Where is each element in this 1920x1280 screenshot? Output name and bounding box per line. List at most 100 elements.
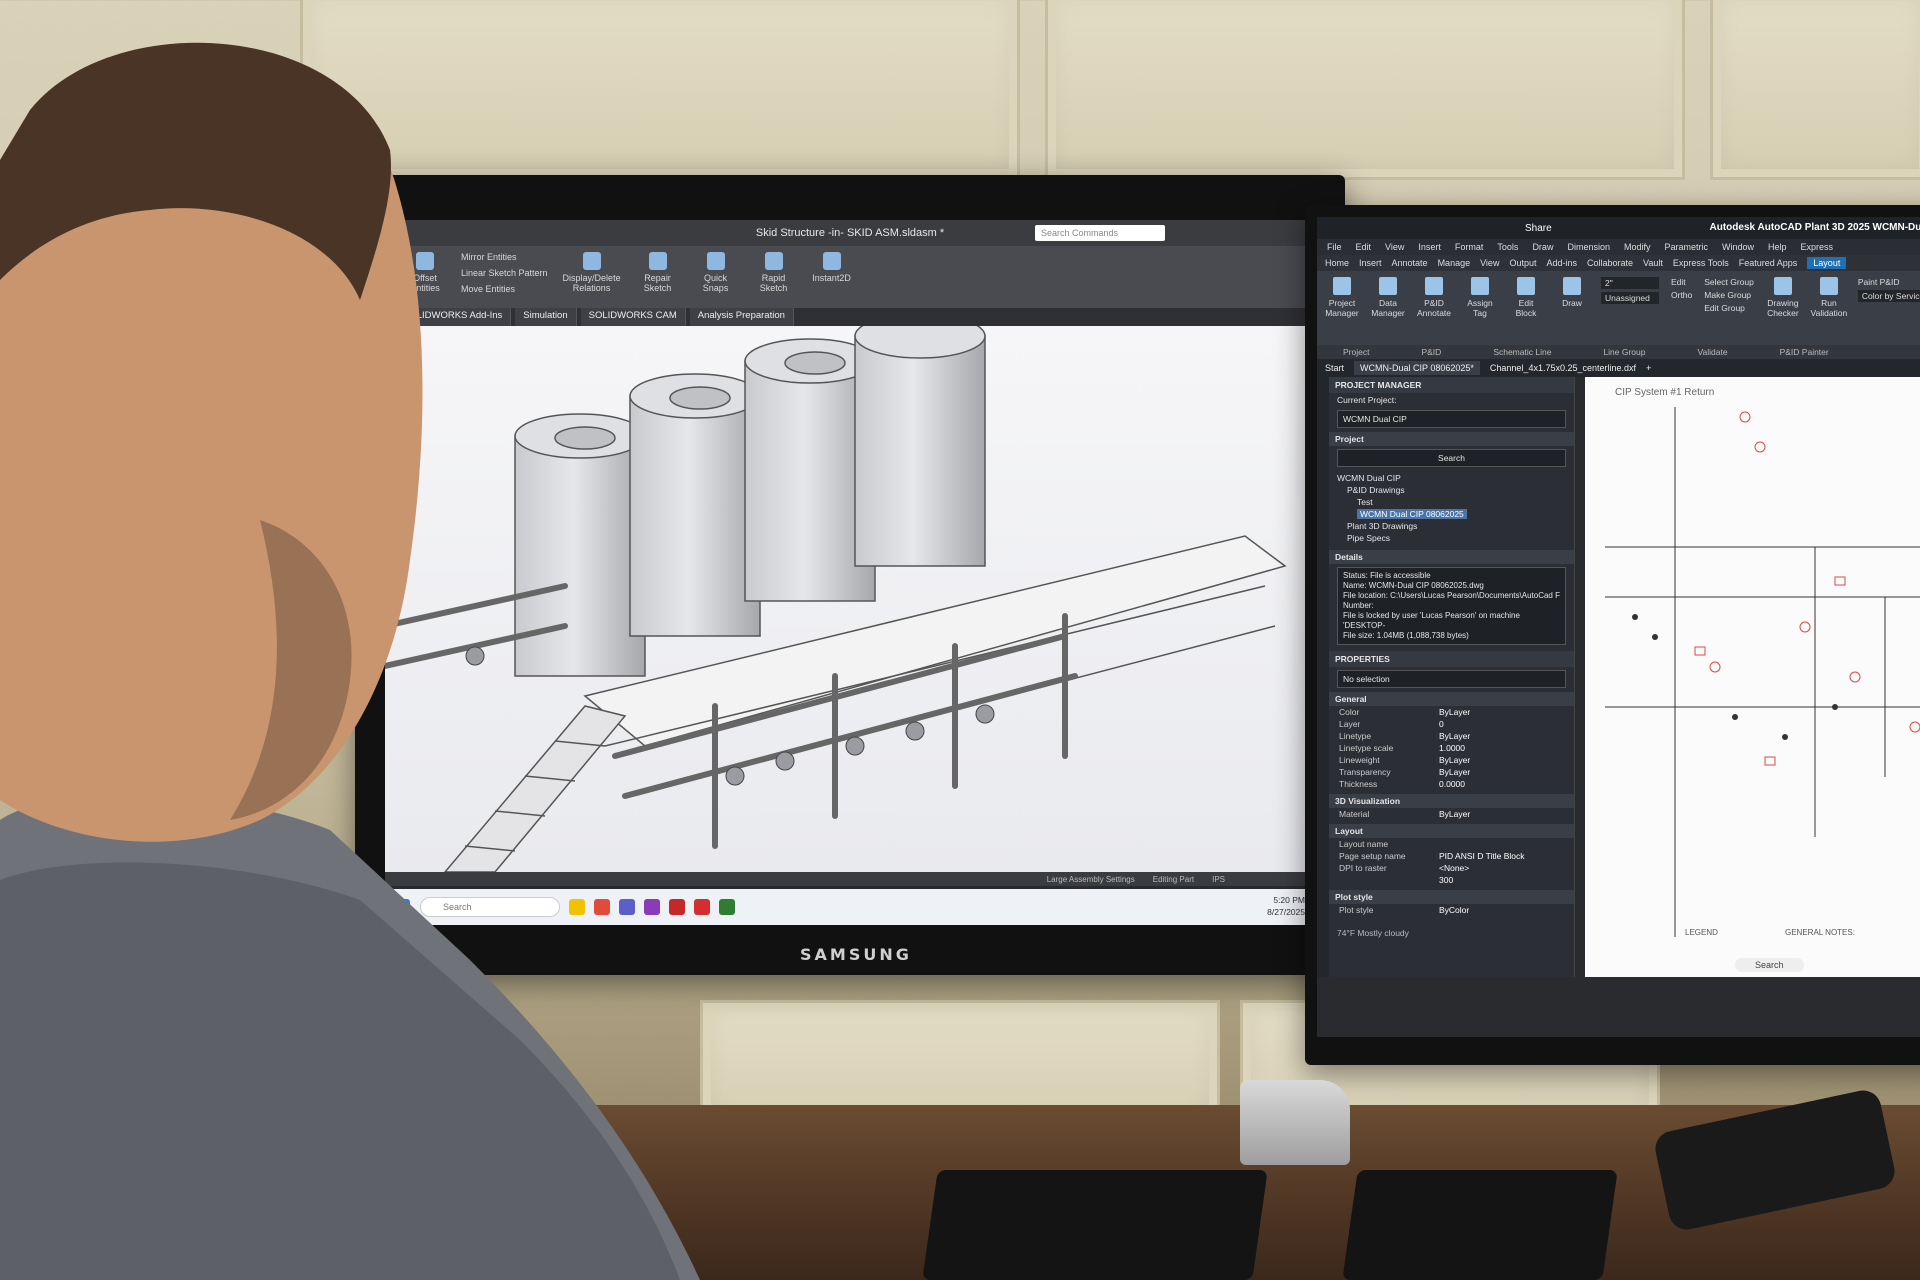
prop-transparency[interactable]: Transparency ByLayer	[1329, 766, 1574, 778]
doc-tab-start[interactable]: Start	[1325, 363, 1344, 373]
pid-schematic	[1605, 407, 1920, 937]
make-group-button[interactable]: Make Group	[1704, 290, 1754, 300]
right-monitor: Share Autodesk AutoCAD Plant 3D 2025 WCM…	[1305, 205, 1920, 1065]
tab-insert[interactable]: Insert	[1359, 258, 1382, 268]
prop-material[interactable]: Material ByLayer	[1329, 808, 1574, 820]
tab-collaborate[interactable]: Collaborate	[1587, 258, 1633, 268]
tab-featured-apps[interactable]: Featured Apps	[1739, 258, 1798, 268]
edit-block-button[interactable]: Edit Block	[1509, 277, 1543, 339]
menu-file[interactable]: File	[1327, 242, 1342, 252]
keyboard-right[interactable]	[1342, 1170, 1618, 1280]
paint-pid-button[interactable]: Paint P&ID	[1858, 277, 1920, 287]
data-manager-button[interactable]: Data Manager	[1371, 277, 1405, 339]
tree-item-current-drawing[interactable]: WCMN Dual CIP 08062025	[1337, 508, 1566, 520]
tree-item-project[interactable]: WCMN Dual CIP	[1337, 472, 1566, 484]
tab-express-tools[interactable]: Express Tools	[1673, 258, 1729, 268]
cabinet-door	[1045, 0, 1685, 180]
legend-label: LEGEND	[1685, 928, 1718, 937]
draw-line-button[interactable]: Draw	[1555, 277, 1589, 339]
tab-view[interactable]: View	[1480, 258, 1499, 268]
data-icon	[1379, 277, 1397, 295]
tab-manage[interactable]: Manage	[1438, 258, 1471, 268]
menu-format[interactable]: Format	[1455, 242, 1484, 252]
weather-widget[interactable]: 74°F Mostly cloudy	[1329, 926, 1574, 940]
menu-help[interactable]: Help	[1768, 242, 1787, 252]
autocad-title-bar: Share Autodesk AutoCAD Plant 3D 2025 WCM…	[1317, 217, 1920, 239]
menu-tools[interactable]: Tools	[1497, 242, 1518, 252]
pid-painter-tools: Paint P&ID Color by Service	[1857, 277, 1920, 339]
general-section[interactable]: General	[1329, 692, 1574, 706]
schematic-line-options: 2" Unassigned	[1601, 277, 1659, 339]
spec-dropdown[interactable]: Unassigned	[1601, 292, 1659, 304]
select-group-button[interactable]: Select Group	[1704, 277, 1754, 287]
prop-color[interactable]: Color ByLayer	[1329, 706, 1574, 718]
project-manager-header: PROJECT MANAGER	[1329, 377, 1574, 393]
doc-tab-wcmn[interactable]: WCMN-Dual CIP 08062025*	[1354, 361, 1480, 375]
panel-validate: Validate	[1697, 347, 1728, 357]
project-icon	[1333, 277, 1351, 295]
tree-item-pipe-specs[interactable]: Pipe Specs	[1337, 532, 1566, 544]
menu-express[interactable]: Express	[1801, 242, 1834, 252]
tree-item-test[interactable]: Test	[1337, 496, 1566, 508]
tab-annotate[interactable]: Annotate	[1392, 258, 1428, 268]
tab-addins[interactable]: Add-ins	[1546, 258, 1577, 268]
tree-item-pid-drawings[interactable]: P&ID Drawings	[1337, 484, 1566, 496]
prop-page-setup[interactable]: Page setup name PID ANSI D Title Block	[1329, 850, 1574, 862]
details-panel: Status: File is accessible Name: WCMN-Du…	[1337, 567, 1566, 645]
doc-tab-channel[interactable]: Channel_4x1.75x0.25_centerline.dxf	[1490, 363, 1636, 373]
system-clock[interactable]: 5:20 PM 8/27/2025	[1267, 894, 1305, 918]
pid-drawing-area[interactable]: CIP System #1 Return LEGEND GENERAL NOTE…	[1585, 377, 1920, 977]
project-search-input[interactable]: Search	[1337, 449, 1566, 467]
edit-button[interactable]: Edit	[1671, 277, 1692, 287]
prop-thickness[interactable]: Thickness 0.0000	[1329, 778, 1574, 790]
prop-layer[interactable]: Layer 0	[1329, 718, 1574, 730]
autocad-window-title: Autodesk AutoCAD Plant 3D 2025 WCMN-Dual…	[1709, 222, 1920, 233]
menu-dimension[interactable]: Dimension	[1567, 242, 1610, 252]
size-dropdown[interactable]: 2"	[1601, 277, 1659, 289]
search-commands-input[interactable]: Search Commands	[1035, 225, 1165, 241]
run-validation-button[interactable]: Run Validation	[1811, 277, 1847, 339]
current-project-dropdown[interactable]: WCMN Dual CIP	[1337, 410, 1566, 428]
layout-section[interactable]: Layout	[1329, 824, 1574, 838]
menu-view[interactable]: View	[1385, 242, 1404, 252]
menu-modify[interactable]: Modify	[1624, 242, 1651, 252]
prop-linetype-scale[interactable]: Linetype scale 1.0000	[1329, 742, 1574, 754]
drawing-checker-button[interactable]: Drawing Checker	[1766, 277, 1800, 339]
project-tree: WCMN Dual CIP P&ID Drawings Test WCMN Du…	[1329, 470, 1574, 546]
prop-lineweight[interactable]: Lineweight ByLayer	[1329, 754, 1574, 766]
tab-output[interactable]: Output	[1509, 258, 1536, 268]
3d-visualization-section[interactable]: 3D Visualization	[1329, 794, 1574, 808]
prop-layout-name[interactable]: Layout name	[1329, 838, 1574, 850]
prop-dpi[interactable]: DPI to raster <None>	[1329, 862, 1574, 874]
keyboard-left[interactable]	[922, 1170, 1268, 1280]
tab-layout[interactable]: Layout	[1807, 257, 1847, 269]
taskbar-search-right[interactable]: Search	[1735, 958, 1804, 972]
tab-home[interactable]: Home	[1325, 258, 1349, 268]
prop-dpi-value[interactable]: 300	[1329, 874, 1574, 886]
prop-plot-style[interactable]: Plot style ByColor	[1329, 904, 1574, 916]
project-manager-button[interactable]: Project Manager	[1325, 277, 1359, 339]
menu-draw[interactable]: Draw	[1532, 242, 1553, 252]
prop-linetype[interactable]: Linetype ByLayer	[1329, 730, 1574, 742]
tree-item-plant3d[interactable]: Plant 3D Drawings	[1337, 520, 1566, 532]
tab-vault[interactable]: Vault	[1643, 258, 1663, 268]
plot-style-section[interactable]: Plot style	[1329, 890, 1574, 904]
assign-tag-button[interactable]: Assign Tag	[1463, 277, 1497, 339]
selection-dropdown[interactable]: No selection	[1337, 670, 1566, 688]
pid-annotate-button[interactable]: P&ID Annotate	[1417, 277, 1451, 339]
line-icon	[1563, 277, 1581, 295]
project-section-label: Project	[1329, 432, 1574, 446]
new-tab-icon[interactable]: +	[1646, 363, 1651, 373]
palette-dock-strip	[1317, 377, 1329, 977]
pid-ribbon: Project Manager Data Manager P&ID Annota…	[1317, 271, 1920, 345]
menu-window[interactable]: Window	[1722, 242, 1754, 252]
edit-group-button[interactable]: Edit Group	[1704, 303, 1754, 313]
ortho-button[interactable]: Ortho	[1671, 290, 1692, 300]
units-status[interactable]: IPS	[1212, 875, 1225, 884]
document-tabs: Start WCMN-Dual CIP 08062025* Channel_4x…	[1317, 359, 1920, 377]
share-button[interactable]: Share	[1525, 223, 1552, 234]
menu-edit[interactable]: Edit	[1356, 242, 1372, 252]
color-by-service-dropdown[interactable]: Color by Service	[1857, 290, 1920, 302]
menu-parametric[interactable]: Parametric	[1665, 242, 1709, 252]
menu-insert[interactable]: Insert	[1418, 242, 1441, 252]
